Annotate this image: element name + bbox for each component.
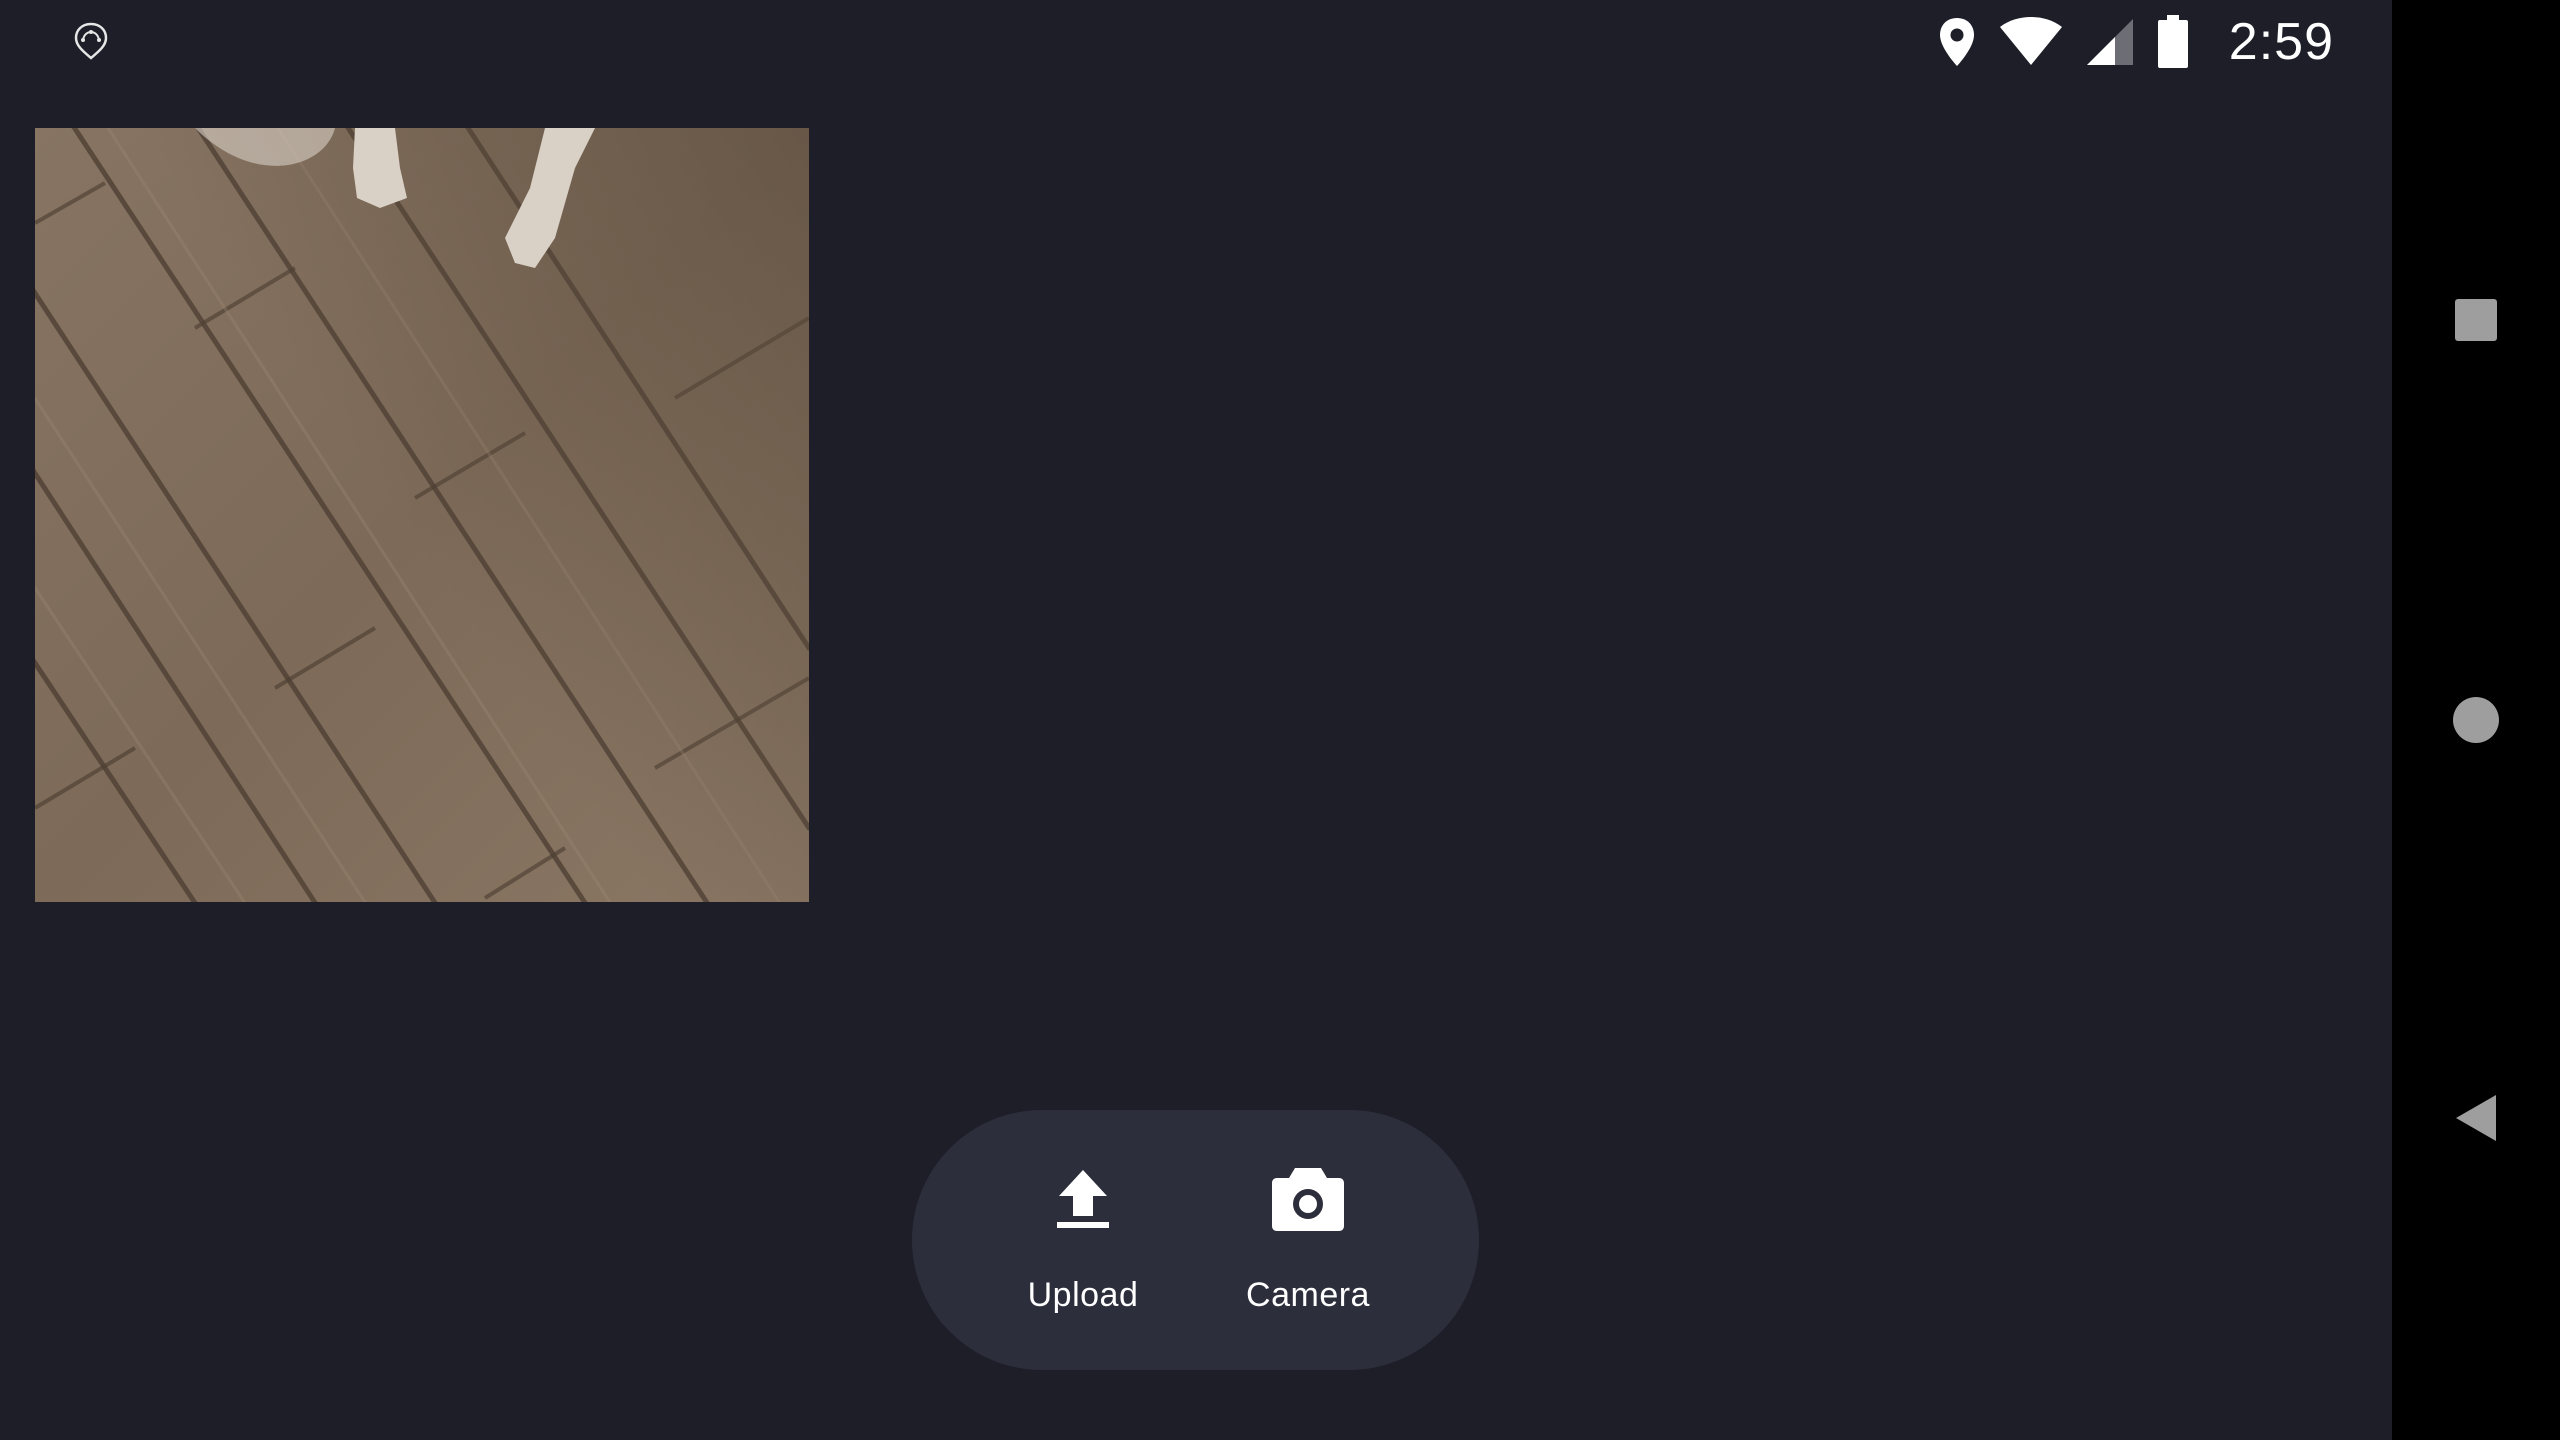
upload-label: Upload xyxy=(1027,1276,1139,1314)
app-notification-icon xyxy=(74,22,108,60)
home-button[interactable] xyxy=(2436,680,2516,760)
back-button[interactable] xyxy=(2436,1078,2516,1158)
square-icon xyxy=(2455,299,2497,341)
status-icons: 2:59 xyxy=(1937,0,2334,84)
upload-icon xyxy=(1057,1170,1109,1228)
location-icon xyxy=(1939,18,1974,66)
clock: 2:59 xyxy=(2228,13,2334,71)
camera-button[interactable]: Camera xyxy=(1208,1110,1408,1370)
battery-icon xyxy=(2157,15,2188,68)
camera-label: Camera xyxy=(1246,1276,1370,1314)
wifi-icon xyxy=(1999,17,2062,65)
cell-signal-icon xyxy=(2086,19,2133,65)
image-preview xyxy=(35,128,809,902)
circle-icon xyxy=(2453,697,2499,743)
upload-button[interactable]: Upload xyxy=(983,1110,1183,1370)
app-screen: 2:59 Upload Camera xyxy=(0,0,2560,1440)
status-bar: 2:59 xyxy=(0,0,2392,84)
action-pill: Upload Camera xyxy=(912,1110,1479,1370)
navigation-bar xyxy=(2392,0,2560,1440)
photo-preview xyxy=(35,128,809,902)
triangle-back-icon xyxy=(2456,1095,2496,1141)
recents-button[interactable] xyxy=(2436,280,2516,360)
camera-icon xyxy=(1272,1168,1344,1231)
